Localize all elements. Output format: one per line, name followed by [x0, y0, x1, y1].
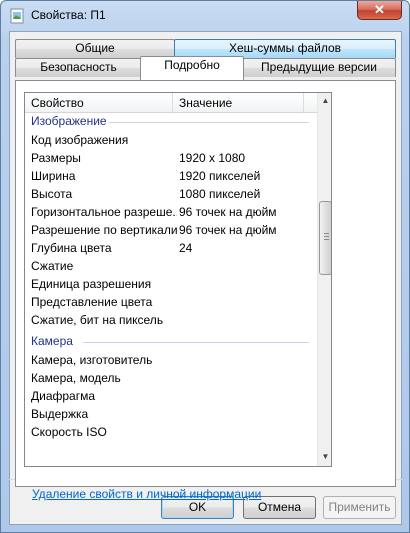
group-header-image: Изображение: [31, 114, 107, 128]
property-name: Диафрагма: [31, 389, 96, 403]
property-value: 96 точек на дюйм: [179, 223, 277, 237]
title-bar[interactable]: Свойства: П1 ✕: [1, 1, 409, 31]
list-item[interactable]: Разрешение по вертикали 96 точек на дюйм: [25, 221, 317, 239]
tab-previous-versions[interactable]: Предыдущие версии: [242, 58, 396, 77]
list-item[interactable]: Сжатие, бит на пиксель: [25, 311, 317, 329]
list-item[interactable]: Камера, модель: [25, 369, 317, 387]
properties-window: Свойства: П1 ✕ Общие Хеш-суммы файлов Бе…: [0, 0, 410, 533]
list-item[interactable]: Камера, изготовитель: [25, 351, 317, 369]
grip-line: [324, 239, 329, 240]
list-item[interactable]: Единица разрешения: [25, 275, 317, 293]
property-name: Скорость ISO: [31, 425, 107, 439]
list-item[interactable]: Ширина 1920 пикселей: [25, 167, 317, 185]
list-item[interactable]: Размеры 1920 x 1080: [25, 149, 317, 167]
scrollbar-thumb[interactable]: [319, 201, 331, 275]
property-name: Код изображения: [31, 133, 129, 147]
property-name: Разрешение по вертикали: [31, 223, 177, 237]
list-item[interactable]: Выдержка: [25, 405, 317, 423]
list-header: Свойство Значение: [25, 93, 317, 113]
list-item[interactable]: Высота 1080 пикселей: [25, 185, 317, 203]
list-item[interactable]: Горизонтальное разреше... 96 точек на дю…: [25, 203, 317, 221]
property-value: 24: [179, 241, 193, 255]
property-name: Камера, модель: [31, 371, 121, 385]
property-name: Камера, изготовитель: [31, 353, 153, 367]
list-item[interactable]: Сжатие: [25, 257, 317, 275]
scroll-up-icon[interactable]: ▲: [318, 93, 331, 109]
property-name: Сжатие: [31, 259, 74, 273]
tab-details[interactable]: Подробно: [140, 56, 244, 80]
scroll-down-icon[interactable]: ▼: [318, 449, 331, 465]
list-item[interactable]: Скорость ISO: [25, 423, 317, 441]
grip-line: [324, 236, 329, 237]
dialog-client-area: Общие Хеш-суммы файлов Безопасность Подр…: [9, 31, 402, 525]
close-button[interactable]: ✕: [357, 1, 402, 20]
vertical-scrollbar[interactable]: ▲ ▼: [317, 93, 331, 466]
close-icon: ✕: [374, 2, 385, 17]
property-name: Размеры: [31, 151, 81, 165]
apply-button[interactable]: Применить: [323, 496, 396, 519]
property-name: Глубина цвета: [31, 241, 112, 255]
property-value: 96 точек на дюйм: [179, 205, 277, 219]
list-item[interactable]: Код изображения: [25, 131, 317, 149]
window-title: Свойства: П1: [31, 8, 106, 22]
group-header-camera: Камера: [31, 334, 73, 348]
property-name: Единица разрешения: [31, 277, 152, 291]
property-name: Выдержка: [31, 407, 89, 421]
group-divider: [83, 342, 309, 343]
list-item[interactable]: Представление цвета: [25, 293, 317, 311]
property-name: Ширина: [31, 169, 76, 183]
column-header-value[interactable]: Значение: [173, 93, 303, 113]
list-item[interactable]: Диафрагма: [25, 387, 317, 405]
list-item[interactable]: Глубина цвета 24: [25, 239, 317, 257]
property-name: Высота: [31, 187, 73, 201]
group-divider: [109, 122, 309, 123]
property-name: Представление цвета: [31, 295, 153, 309]
property-name: Сжатие, бит на пиксель: [31, 313, 164, 327]
column-divider[interactable]: [303, 93, 304, 113]
property-name: Горизонтальное разреше...: [31, 205, 177, 219]
remove-properties-link[interactable]: Удаление свойств и личной информации: [32, 487, 261, 501]
property-value: 1920 x 1080: [179, 151, 246, 165]
grip-line: [324, 233, 329, 234]
image-file-icon: [9, 8, 25, 24]
property-value: 1920 пикселей: [179, 169, 261, 183]
property-value: 1080 пикселей: [179, 187, 261, 201]
tab-security[interactable]: Безопасность: [15, 58, 142, 77]
column-header-property[interactable]: Свойство: [25, 93, 173, 113]
properties-list[interactable]: Свойство Значение Изображение Код изобра…: [24, 92, 332, 467]
